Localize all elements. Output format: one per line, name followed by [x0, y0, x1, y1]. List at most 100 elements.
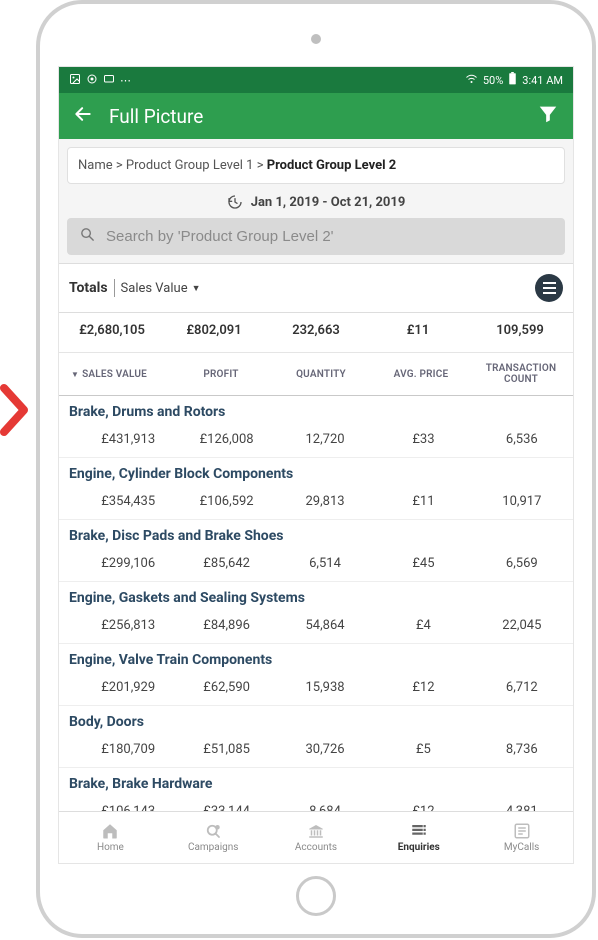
group-label[interactable]: Brake, Drums and Rotors — [59, 396, 573, 424]
total-txn-count: 109,599 — [469, 323, 571, 338]
nav-accounts[interactable]: Accounts — [265, 812, 368, 863]
cell-profit: £126,008 — [177, 432, 275, 447]
nav-enquiries[interactable]: Enquiries — [367, 812, 470, 863]
cell-profit: £106,592 — [177, 494, 275, 509]
cell-avg_price: £12 — [374, 804, 472, 811]
table-row[interactable]: £201,929£62,59015,938£126,712 — [59, 672, 573, 706]
cell-avg_price: £45 — [374, 556, 472, 571]
cell-txn_count: 22,045 — [473, 618, 571, 633]
date-range[interactable]: Jan 1, 2019 - Oct 21, 2019 — [59, 188, 573, 218]
data-rows[interactable]: Brake, Drums and Rotors£431,913£126,0081… — [59, 396, 573, 811]
search-row[interactable] — [67, 218, 565, 255]
filter-icon[interactable] — [537, 103, 559, 129]
sort-down-icon: ▼ — [71, 370, 79, 379]
cell-quantity: 29,813 — [276, 494, 374, 509]
totals-values-row: £2,680,105 £802,091 232,663 £11 109,599 — [59, 313, 573, 352]
clock-time: 3:41 AM — [522, 74, 563, 87]
cell-avg_price: £33 — [374, 432, 472, 447]
column-headers: ▼ SALES VALUE PROFIT QUANTITY AVG. PRICE… — [59, 352, 573, 396]
sort-select[interactable]: Sales Value ▼ — [121, 281, 201, 296]
cell-quantity: 12,720 — [276, 432, 374, 447]
target-icon — [86, 73, 98, 88]
breadcrumb[interactable]: Name > Product Group Level 1 > Product G… — [67, 147, 565, 184]
breadcrumb-part2: Product Group Level 1 — [126, 158, 254, 173]
totals-bar: Totals Sales Value ▼ — [59, 263, 573, 313]
cell-sales_value: £354,435 — [61, 494, 177, 509]
cell-sales_value: £431,913 — [61, 432, 177, 447]
search-icon — [79, 226, 96, 247]
wifi-icon — [465, 73, 478, 88]
breadcrumb-part3: Product Group Level 2 — [267, 158, 397, 173]
table-row[interactable]: £299,106£85,6426,514£456,569 — [59, 548, 573, 582]
sort-select-label: Sales Value — [121, 281, 188, 296]
cell-profit: £84,896 — [177, 618, 275, 633]
search-input[interactable] — [106, 228, 553, 245]
image-icon — [69, 73, 81, 88]
cell-avg_price: £11 — [374, 494, 472, 509]
nav-mycalls[interactable]: MyCalls — [470, 812, 573, 863]
breadcrumb-sep: > — [116, 158, 123, 173]
total-avg-price: £11 — [367, 323, 469, 338]
cell-quantity: 8,684 — [276, 804, 374, 811]
cell-quantity: 54,864 — [276, 618, 374, 633]
cell-profit: £51,085 — [177, 742, 275, 757]
app-bar: Full Picture — [59, 93, 573, 139]
header-sales-value[interactable]: ▼ SALES VALUE — [61, 363, 171, 385]
cell-profit: £85,642 — [177, 556, 275, 571]
header-avg-price[interactable]: AVG. PRICE — [371, 363, 471, 385]
group-label[interactable]: Body, Doors — [59, 706, 573, 734]
table-row[interactable]: £106,143£33,1448,684£124,381 — [59, 796, 573, 811]
cell-txn_count: 4,381 — [473, 804, 571, 811]
tablet-frame: ⋯ 50% 3:41 AM Full Picture — [36, 0, 596, 938]
chevron-down-icon: ▼ — [192, 283, 201, 294]
cell-quantity: 30,726 — [276, 742, 374, 757]
table-row[interactable]: £256,813£84,89654,864£422,045 — [59, 610, 573, 644]
table-row[interactable]: £180,709£51,08530,726£58,736 — [59, 734, 573, 768]
nav-accounts-label: Accounts — [295, 842, 337, 853]
breadcrumb-sep2: > — [257, 158, 264, 173]
cell-quantity: 15,938 — [276, 680, 374, 695]
pointer-chevron-icon — [0, 384, 36, 440]
group-label[interactable]: Brake, Brake Hardware — [59, 768, 573, 796]
battery-icon — [508, 72, 517, 88]
cell-txn_count: 6,712 — [473, 680, 571, 695]
header-profit[interactable]: PROFIT — [171, 363, 271, 385]
cell-quantity: 6,514 — [276, 556, 374, 571]
cell-profit: £33,144 — [177, 804, 275, 811]
nav-home-label: Home — [97, 842, 124, 853]
more-icon: ⋯ — [120, 74, 132, 87]
menu-button[interactable] — [535, 274, 563, 302]
cell-sales_value: £180,709 — [61, 742, 177, 757]
date-range-text: Jan 1, 2019 - Oct 21, 2019 — [251, 195, 406, 210]
group-label[interactable]: Engine, Gaskets and Sealing Systems — [59, 582, 573, 610]
table-row[interactable]: £354,435£106,59229,813£1110,917 — [59, 486, 573, 520]
cell-sales_value: £299,106 — [61, 556, 177, 571]
cell-txn_count: 8,736 — [473, 742, 571, 757]
group-label[interactable]: Engine, Valve Train Components — [59, 644, 573, 672]
nav-mycalls-label: MyCalls — [504, 842, 539, 853]
total-quantity: 232,663 — [265, 323, 367, 338]
back-button[interactable] — [73, 104, 93, 128]
nav-home[interactable]: Home — [59, 812, 162, 863]
cell-avg_price: £5 — [374, 742, 472, 757]
battery-percent: 50% — [483, 74, 503, 87]
nav-campaigns[interactable]: Campaigns — [162, 812, 265, 863]
cell-txn_count: 6,569 — [473, 556, 571, 571]
header-quantity[interactable]: QUANTITY — [271, 363, 371, 385]
status-bar: ⋯ 50% 3:41 AM — [59, 67, 573, 93]
cell-sales_value: £106,143 — [61, 804, 177, 811]
cell-profit: £62,590 — [177, 680, 275, 695]
cell-txn_count: 6,536 — [473, 432, 571, 447]
nav-enquiries-label: Enquiries — [398, 842, 440, 853]
group-label[interactable]: Engine, Cylinder Block Components — [59, 458, 573, 486]
group-label[interactable]: Brake, Disc Pads and Brake Shoes — [59, 520, 573, 548]
breadcrumb-part1: Name — [78, 158, 113, 173]
cell-avg_price: £4 — [374, 618, 472, 633]
history-icon — [227, 194, 243, 210]
header-txn-count[interactable]: TRANSACTION COUNT — [471, 363, 571, 385]
total-profit: £802,091 — [163, 323, 265, 338]
cell-sales_value: £256,813 — [61, 618, 177, 633]
table-row[interactable]: £431,913£126,00812,720£336,536 — [59, 424, 573, 458]
bottom-nav: Home Campaigns Accounts Enquiries MyCall… — [59, 811, 573, 863]
home-button-hw[interactable] — [296, 876, 336, 916]
